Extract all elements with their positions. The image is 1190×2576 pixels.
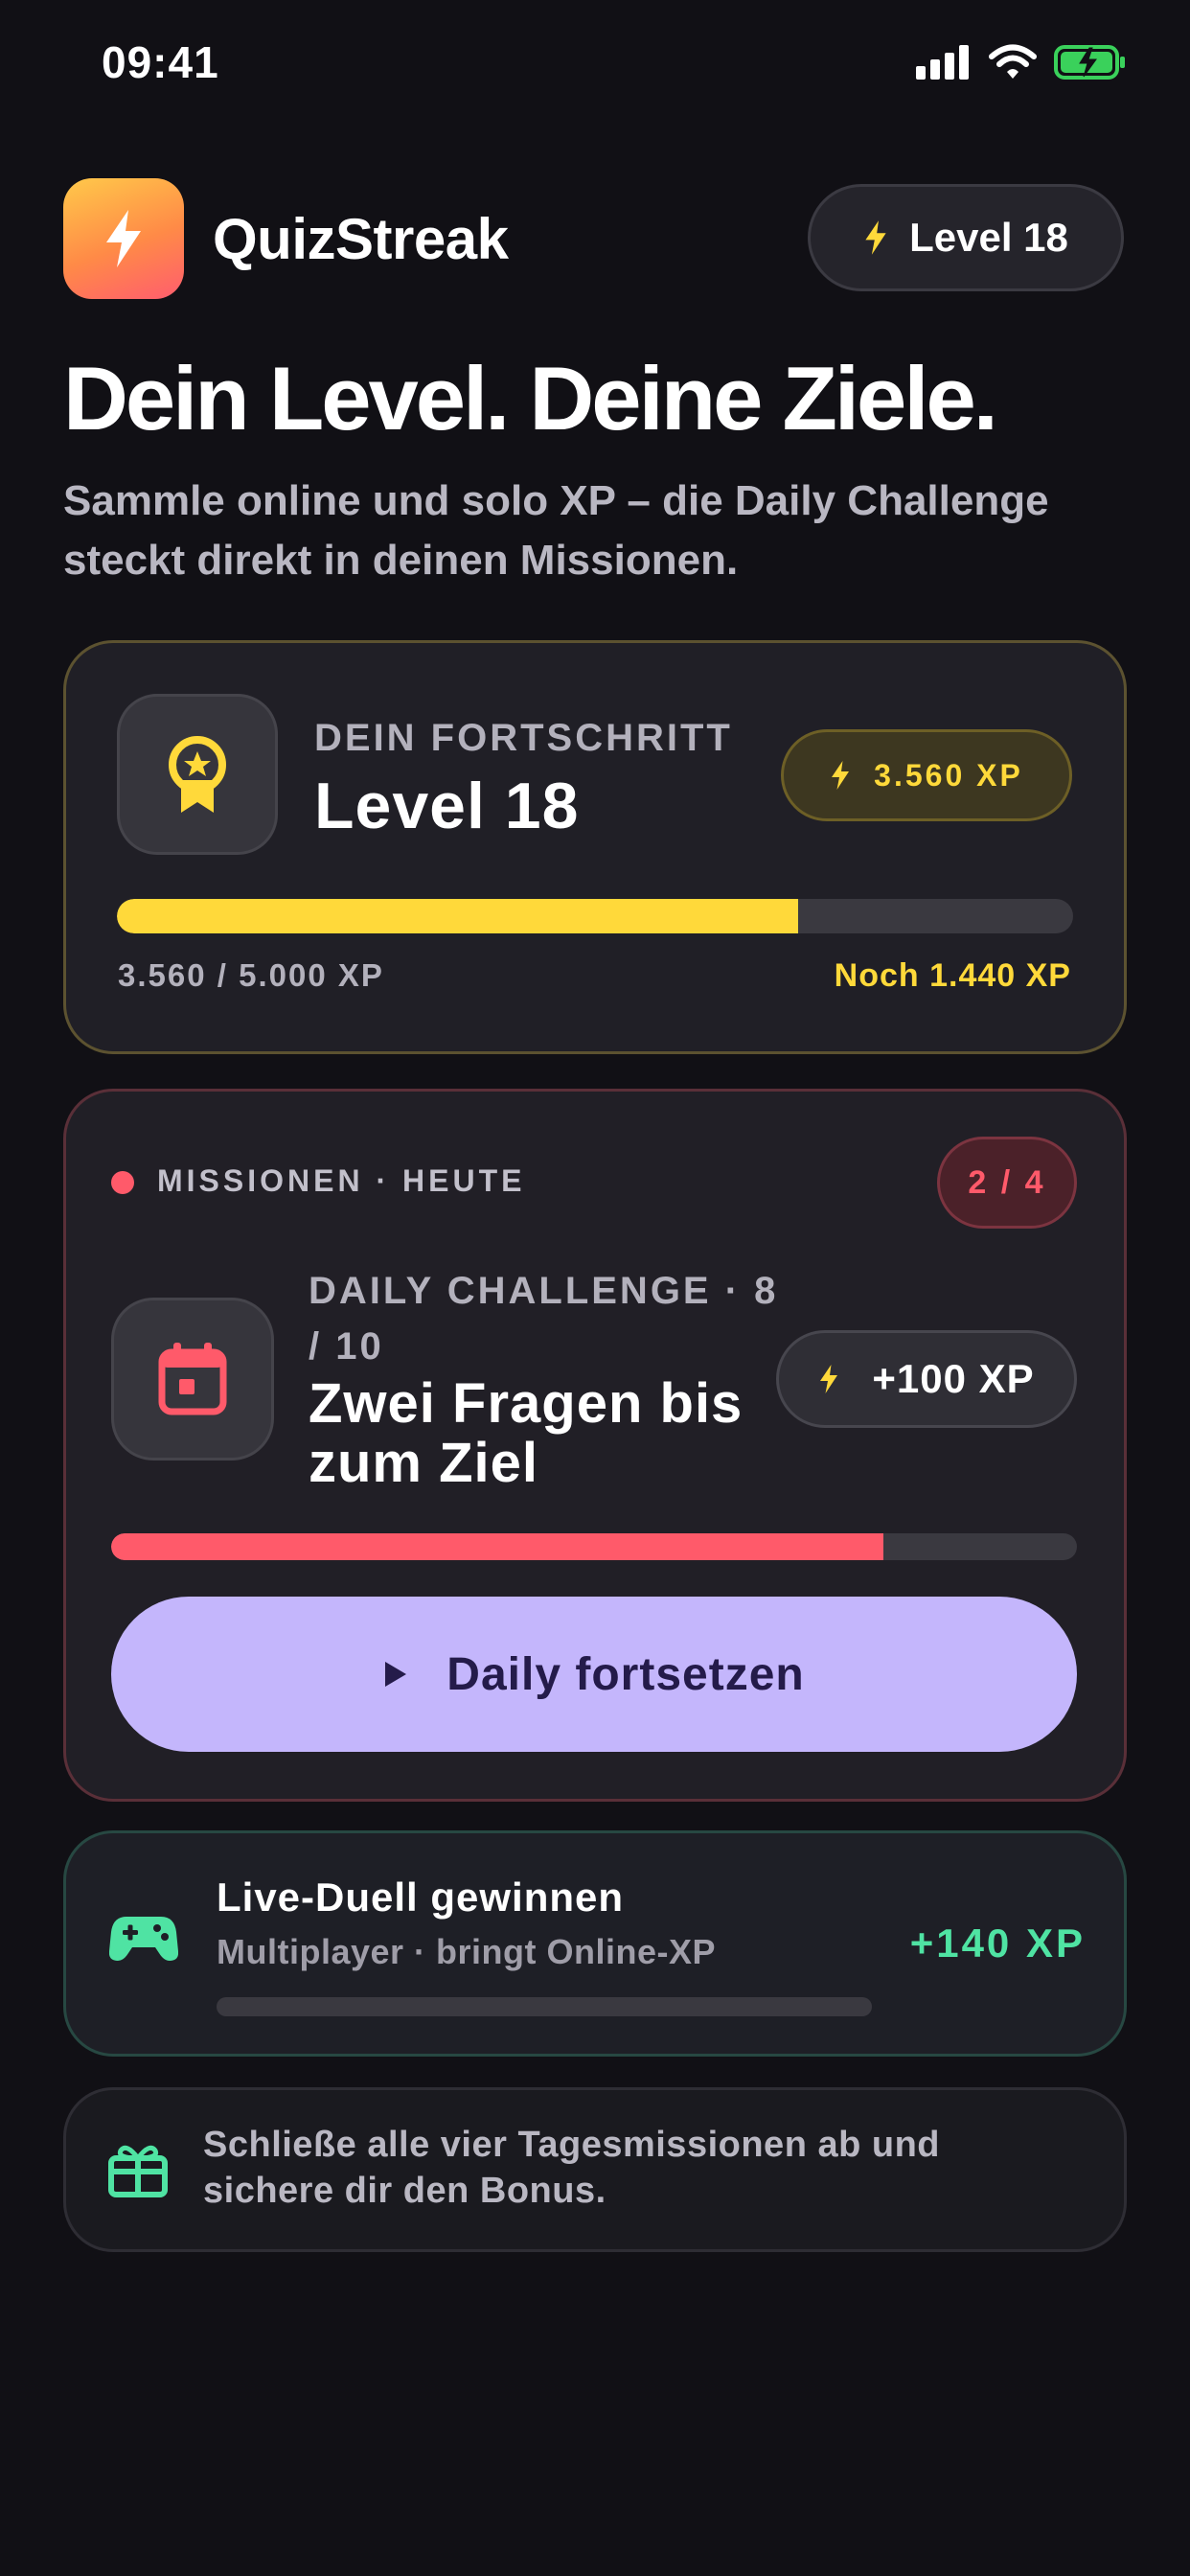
- level-pill-label: Level 18: [909, 215, 1068, 260]
- status-icons: [916, 44, 1127, 80]
- page-title: Dein Level. Deine Ziele.: [63, 348, 998, 448]
- progress-level: Level 18: [314, 770, 580, 842]
- award-medal-icon: [169, 736, 226, 813]
- play-icon: [385, 1662, 407, 1687]
- level-progress-bar: [117, 899, 1073, 933]
- daily-xp-label: +100 XP: [872, 1356, 1035, 1401]
- daily-icon-box: [111, 1298, 274, 1460]
- level-pill[interactable]: Level 18: [808, 184, 1124, 291]
- xp-total-label: 3.560 XP: [874, 757, 1023, 793]
- app-logo: [63, 178, 184, 299]
- duel-icon-wrap: [108, 1913, 179, 1967]
- page-subtitle: Sammle online und solo XP – die Daily Ch…: [63, 477, 1049, 584]
- progress-kicker: DEIN FORTSCHRITT: [314, 717, 733, 759]
- daily-kicker: DAILY CHALLENGE · 8 / 10: [309, 1270, 779, 1368]
- xp-total-badge: 3.560 XP: [781, 729, 1072, 821]
- gamepad-icon: [108, 1917, 179, 1961]
- battery-charging-icon: [1054, 45, 1125, 80]
- daily-title: Zwei Fragen bis zum Ziel: [309, 1372, 744, 1494]
- bonus-icon-wrap: [107, 2141, 169, 2203]
- bonus-hint-text: Schließe alle vier Tagesmissionen ab und…: [203, 2125, 940, 2211]
- gift-icon: [108, 2145, 168, 2197]
- duel-subtitle: Multiplayer · bringt Online-XP: [217, 1932, 717, 1971]
- daily-progress-bar: [111, 1533, 1077, 1560]
- progress-current: 3.560 / 5.000 XP: [118, 957, 384, 993]
- duel-title: Live-Duell gewinnen: [217, 1874, 625, 1920]
- duel-xp-reward: +140 XP: [909, 1920, 1086, 1966]
- daily-continue-button[interactable]: Daily fortsetzen: [111, 1597, 1077, 1752]
- lightning-bolt-icon: [820, 1365, 838, 1393]
- level-progress-fill: [117, 899, 798, 933]
- daily-continue-label: Daily fortsetzen: [446, 1648, 805, 1700]
- daily-progress-fill: [111, 1533, 884, 1560]
- lightning-bolt-icon: [832, 761, 850, 790]
- status-time: 09:41: [102, 37, 219, 87]
- missions-count-badge: 2 / 4: [937, 1137, 1077, 1229]
- missions-status-dot: [111, 1171, 134, 1194]
- daily-xp-badge: +100 XP: [776, 1330, 1077, 1428]
- lightning-bolt-icon: [106, 210, 141, 267]
- wifi-icon: [989, 44, 1037, 79]
- duel-progress-bar: [217, 1997, 872, 2016]
- app-name: QuizStreak: [213, 207, 509, 271]
- lightning-bolt-icon: [865, 220, 886, 255]
- cellular-signal-icon: [916, 45, 969, 80]
- progress-badge: [117, 694, 278, 855]
- missions-label: MISSIONEN · HEUTE: [157, 1163, 526, 1198]
- progress-remaining: Noch 1.440 XP: [834, 957, 1071, 994]
- calendar-icon: [158, 1343, 227, 1415]
